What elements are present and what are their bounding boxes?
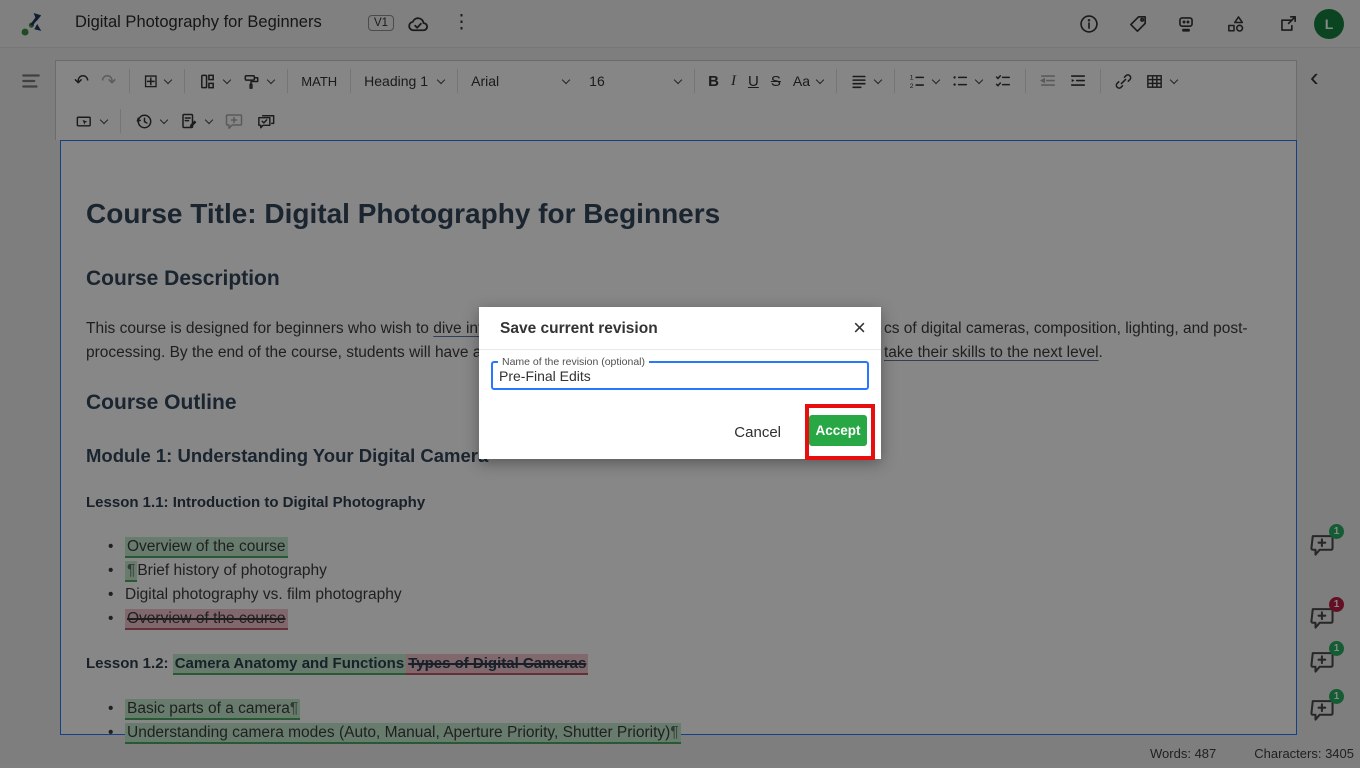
- revision-name-fieldset: Name of the revision (optional): [491, 357, 869, 390]
- dialog-title: Save current revision: [500, 320, 658, 338]
- dialog-header: Save current revision ×: [479, 307, 881, 350]
- save-revision-dialog: Save current revision × Name of the revi…: [479, 307, 881, 459]
- revision-name-input[interactable]: [493, 368, 855, 389]
- accept-button[interactable]: Accept: [809, 415, 867, 446]
- revision-name-label: Name of the revision (optional): [498, 357, 649, 368]
- close-icon[interactable]: ×: [853, 315, 866, 341]
- cancel-button[interactable]: Cancel: [734, 424, 781, 441]
